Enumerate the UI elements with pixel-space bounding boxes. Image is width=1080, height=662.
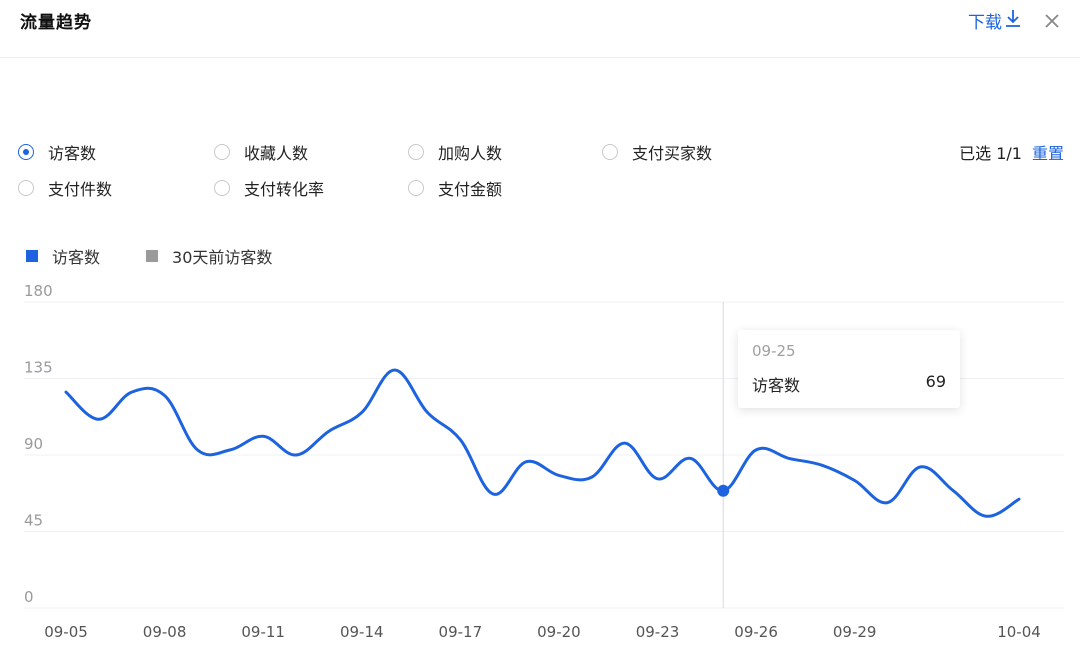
legend-label: 30天前访客数 bbox=[172, 248, 273, 267]
tooltip-label: 访客数 bbox=[752, 376, 801, 395]
y-axis-labels: 0 45 90 135 180 bbox=[24, 282, 53, 606]
header: 流量趋势 下载 bbox=[0, 0, 1080, 58]
legend-item-visitors-30-days-ago[interactable]: 30天前访客数 bbox=[146, 244, 272, 268]
x-tick-label: 09-26 bbox=[734, 623, 778, 641]
download-arrow-icon bbox=[1004, 8, 1022, 33]
x-tick-label: 09-20 bbox=[537, 623, 581, 641]
x-tick-label: 09-23 bbox=[636, 623, 680, 641]
radio-icon[interactable] bbox=[408, 180, 424, 196]
metric-option-favorites[interactable]: 收藏人数 bbox=[214, 140, 308, 164]
legend-label: 访客数 bbox=[52, 248, 101, 267]
metric-option-visitors[interactable]: 访客数 bbox=[18, 140, 96, 164]
x-tick-label: 09-05 bbox=[44, 623, 88, 641]
y-tick-label: 45 bbox=[24, 512, 43, 530]
metric-label: 支付转化率 bbox=[244, 180, 325, 199]
legend-swatch bbox=[26, 250, 38, 262]
reset-button[interactable]: 重置 bbox=[1032, 140, 1064, 164]
radio-icon[interactable] bbox=[214, 180, 230, 196]
y-tick-label: 180 bbox=[24, 282, 53, 300]
y-tick-label: 90 bbox=[24, 435, 43, 453]
selection-summary: 已选 1/1 重置 bbox=[959, 140, 1064, 164]
x-tick-label: 09-29 bbox=[833, 623, 877, 641]
x-tick-label: 10-04 bbox=[997, 623, 1041, 641]
metric-label: 支付买家数 bbox=[632, 144, 713, 163]
legend-swatch bbox=[146, 250, 159, 262]
radio-icon[interactable] bbox=[408, 144, 424, 160]
chart-tooltip: 09-25 访客数 69 bbox=[738, 330, 960, 408]
chart-legend: 访客数 30天前访客数 bbox=[26, 244, 318, 268]
x-tick-label: 09-08 bbox=[143, 623, 187, 641]
selection-count: 已选 1/1 bbox=[959, 144, 1022, 163]
radio-icon[interactable] bbox=[214, 144, 230, 160]
x-axis-labels: 09-05 09-08 09-11 09-14 09-17 09-20 09-23 09-26… bbox=[44, 623, 1041, 641]
metric-label: 支付金额 bbox=[438, 180, 503, 199]
download-button[interactable]: 下载 bbox=[968, 8, 1022, 33]
close-icon[interactable] bbox=[1038, 6, 1066, 34]
highlight-point[interactable] bbox=[717, 484, 730, 497]
metric-label: 加购人数 bbox=[438, 144, 503, 163]
y-tick-label: 135 bbox=[24, 359, 53, 377]
page-title: 流量趋势 bbox=[20, 13, 92, 33]
metric-label: 访客数 bbox=[48, 144, 97, 163]
metric-option-add-to-cart[interactable]: 加购人数 bbox=[408, 140, 502, 164]
x-tick-label: 09-11 bbox=[241, 623, 285, 641]
metric-label: 收藏人数 bbox=[244, 144, 309, 163]
x-tick-label: 09-14 bbox=[340, 623, 384, 641]
x-tick-label: 09-17 bbox=[439, 623, 483, 641]
y-tick-label: 0 bbox=[24, 588, 34, 606]
tooltip-date: 09-25 bbox=[752, 342, 796, 360]
radio-icon[interactable] bbox=[602, 144, 618, 160]
metric-label: 支付件数 bbox=[48, 180, 113, 199]
tooltip-value: 69 bbox=[925, 372, 946, 391]
metric-option-payment-amount[interactable]: 支付金额 bbox=[408, 176, 502, 200]
line-chart[interactable]: 04590135180 09-05 09-08 09-11 09-14 09-17 09-… bbox=[0, 270, 1080, 662]
radio-icon[interactable] bbox=[18, 180, 34, 196]
legend-item-visitors[interactable]: 访客数 bbox=[26, 244, 100, 268]
radio-checked-icon[interactable] bbox=[18, 144, 34, 160]
metric-option-conversion-rate[interactable]: 支付转化率 bbox=[214, 176, 324, 200]
download-label: 下载 bbox=[968, 13, 1002, 33]
metric-option-paid-items[interactable]: 支付件数 bbox=[18, 176, 112, 200]
metric-option-paying-buyers[interactable]: 支付买家数 bbox=[602, 140, 712, 164]
